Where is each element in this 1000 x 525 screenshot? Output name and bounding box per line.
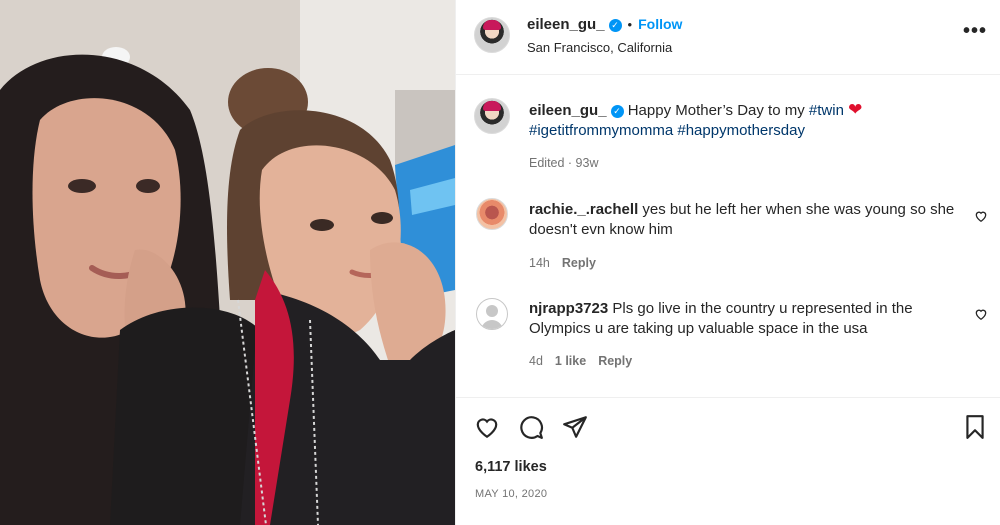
caption-hashtags[interactable]: #igetitfrommymomma #happymothersday — [529, 122, 805, 139]
caption-username[interactable]: eileen_gu_ — [529, 102, 607, 119]
caption-avatar[interactable] — [474, 98, 510, 134]
post-header: eileen_gu_ ✓ • Follow San Francisco, Califo… — [456, 0, 1000, 75]
share-paper-plane-icon[interactable] — [562, 414, 588, 440]
post-photo[interactable] — [0, 0, 455, 525]
comment-username[interactable]: rachie._.rachell — [529, 201, 638, 218]
caption-meta: Edited · 93w — [529, 156, 599, 170]
verified-badge-icon: ✓ — [610, 105, 624, 118]
comment-time[interactable]: 4d — [529, 354, 543, 368]
post-location[interactable]: San Francisco, California — [527, 40, 672, 55]
commenter-avatar-default[interactable] — [476, 298, 508, 330]
hashtag-twin[interactable]: #twin — [809, 102, 844, 119]
author-username[interactable]: eileen_gu_ — [527, 16, 605, 33]
author-line: eileen_gu_ ✓ • Follow — [527, 16, 682, 34]
comment-body: rachie._.rachell yes but he left her whe… — [529, 200, 959, 240]
commenter-avatar[interactable] — [476, 198, 508, 230]
comment-username[interactable]: njrapp3723 — [529, 300, 608, 317]
reply-button[interactable]: Reply — [598, 354, 632, 368]
comment-heart-icon[interactable] — [974, 209, 988, 223]
comment-time[interactable]: 14h — [529, 256, 550, 270]
caption: eileen_gu_ ✓ Happy Mother’s Day to my #tw… — [529, 100, 969, 141]
post-date[interactable]: MAY 10, 2020 — [475, 488, 547, 500]
like-count[interactable]: 6,117 likes — [475, 459, 547, 475]
comment-body: njrapp3723 Pls go live in the country u … — [529, 299, 959, 339]
save-bookmark-icon[interactable] — [962, 414, 988, 440]
caption-text: Happy Mother’s Day to my — [627, 102, 809, 119]
photo-illustration — [0, 0, 455, 525]
post-actions: 6,117 likes MAY 10, 2020 — [456, 397, 1000, 525]
comment-meta: 4d 1 like Reply — [529, 354, 632, 368]
comment-meta: 14h Reply — [529, 256, 596, 270]
separator-dot: • — [627, 17, 633, 32]
post-side-panel: eileen_gu_ ✓ • Follow San Francisco, Califo… — [455, 0, 1000, 525]
more-options-icon[interactable]: ••• — [963, 20, 987, 43]
follow-button[interactable]: Follow — [638, 16, 682, 32]
verified-badge-icon: ✓ — [608, 19, 622, 32]
red-heart-emoji: ❤ — [848, 100, 863, 119]
comment-likes[interactable]: 1 like — [555, 354, 586, 368]
like-heart-icon[interactable] — [474, 414, 500, 440]
comment-heart-icon[interactable] — [974, 307, 988, 321]
reply-button[interactable]: Reply — [562, 256, 596, 270]
comment-bubble-icon[interactable] — [518, 414, 544, 440]
author-avatar[interactable] — [474, 17, 510, 53]
